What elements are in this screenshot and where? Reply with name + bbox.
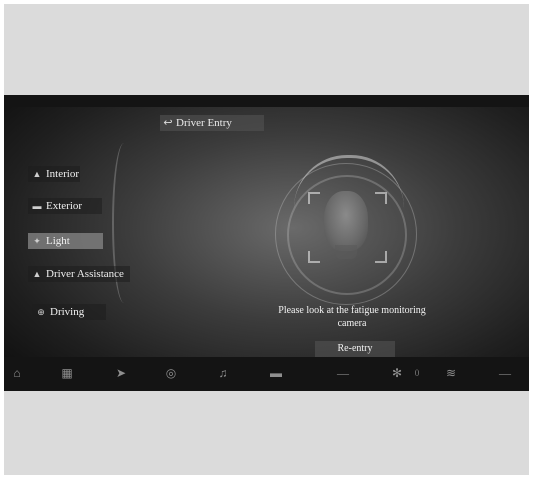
car-icon[interactable]: ▬ (266, 363, 286, 383)
seat-heat-icon[interactable]: ≋ (442, 363, 460, 383)
sidebar-item-driving[interactable]: ⊕ Driving (32, 304, 106, 320)
steering-icon: ⊕ (37, 307, 45, 317)
music-icon[interactable]: ♫ (214, 363, 232, 383)
driver-assistance-icon: ▲ (32, 269, 42, 279)
fatigue-camera-message: Please look at the fatigue monitoring ca… (278, 305, 426, 329)
focus-corner-bottom-left (308, 251, 320, 263)
navigation-icon[interactable]: ➤ (112, 363, 130, 383)
driver-entry-header[interactable]: ↩ Driver Entry (160, 115, 264, 131)
sidebar-item-interior[interactable]: ▲ Interior (28, 166, 80, 182)
fan-icon[interactable]: ✻ (388, 363, 406, 383)
divider-icon: — (337, 366, 349, 380)
light-icon: ✦ (33, 236, 41, 246)
sidebar-item-driver-assistance[interactable]: ▲ Driver Assistance (28, 266, 130, 282)
face-neck-shape (335, 245, 357, 259)
apps-icon[interactable]: ▦ (58, 363, 76, 383)
focus-corner-top-right (375, 192, 387, 204)
car-exterior-icon: ▬ (32, 201, 42, 211)
re-entry-button[interactable]: Re-entry (315, 341, 395, 357)
car-interior-icon: ▲ (32, 169, 42, 179)
sidebar-item-exterior[interactable]: ▬ Exterior (28, 198, 102, 214)
focus-corner-bottom-right (375, 251, 387, 263)
photo-frame: ↩ Driver Entry ▲ Interior ▬ Exterior ✦ Light… (4, 4, 529, 475)
menu-dash-icon[interactable]: — (496, 363, 514, 383)
infotainment-screen: ↩ Driver Entry ▲ Interior ▬ Exterior ✦ Light… (4, 95, 529, 391)
home-icon[interactable]: ⌂ (8, 363, 26, 383)
sidebar-item-light[interactable]: ✦ Light (28, 233, 103, 249)
media-icon[interactable]: ◎ (162, 363, 180, 383)
face-icon (324, 191, 368, 251)
page-title: Driver Entry (176, 117, 232, 129)
bottom-navigation-bar: ⌂ ▦ ➤ ◎ ♫ ▬ — ✻ 0 ≋ — (4, 357, 529, 391)
focus-corner-top-left (308, 192, 320, 204)
back-arrow-icon[interactable]: ↩ (160, 115, 176, 131)
fan-level: 0 (414, 368, 420, 378)
